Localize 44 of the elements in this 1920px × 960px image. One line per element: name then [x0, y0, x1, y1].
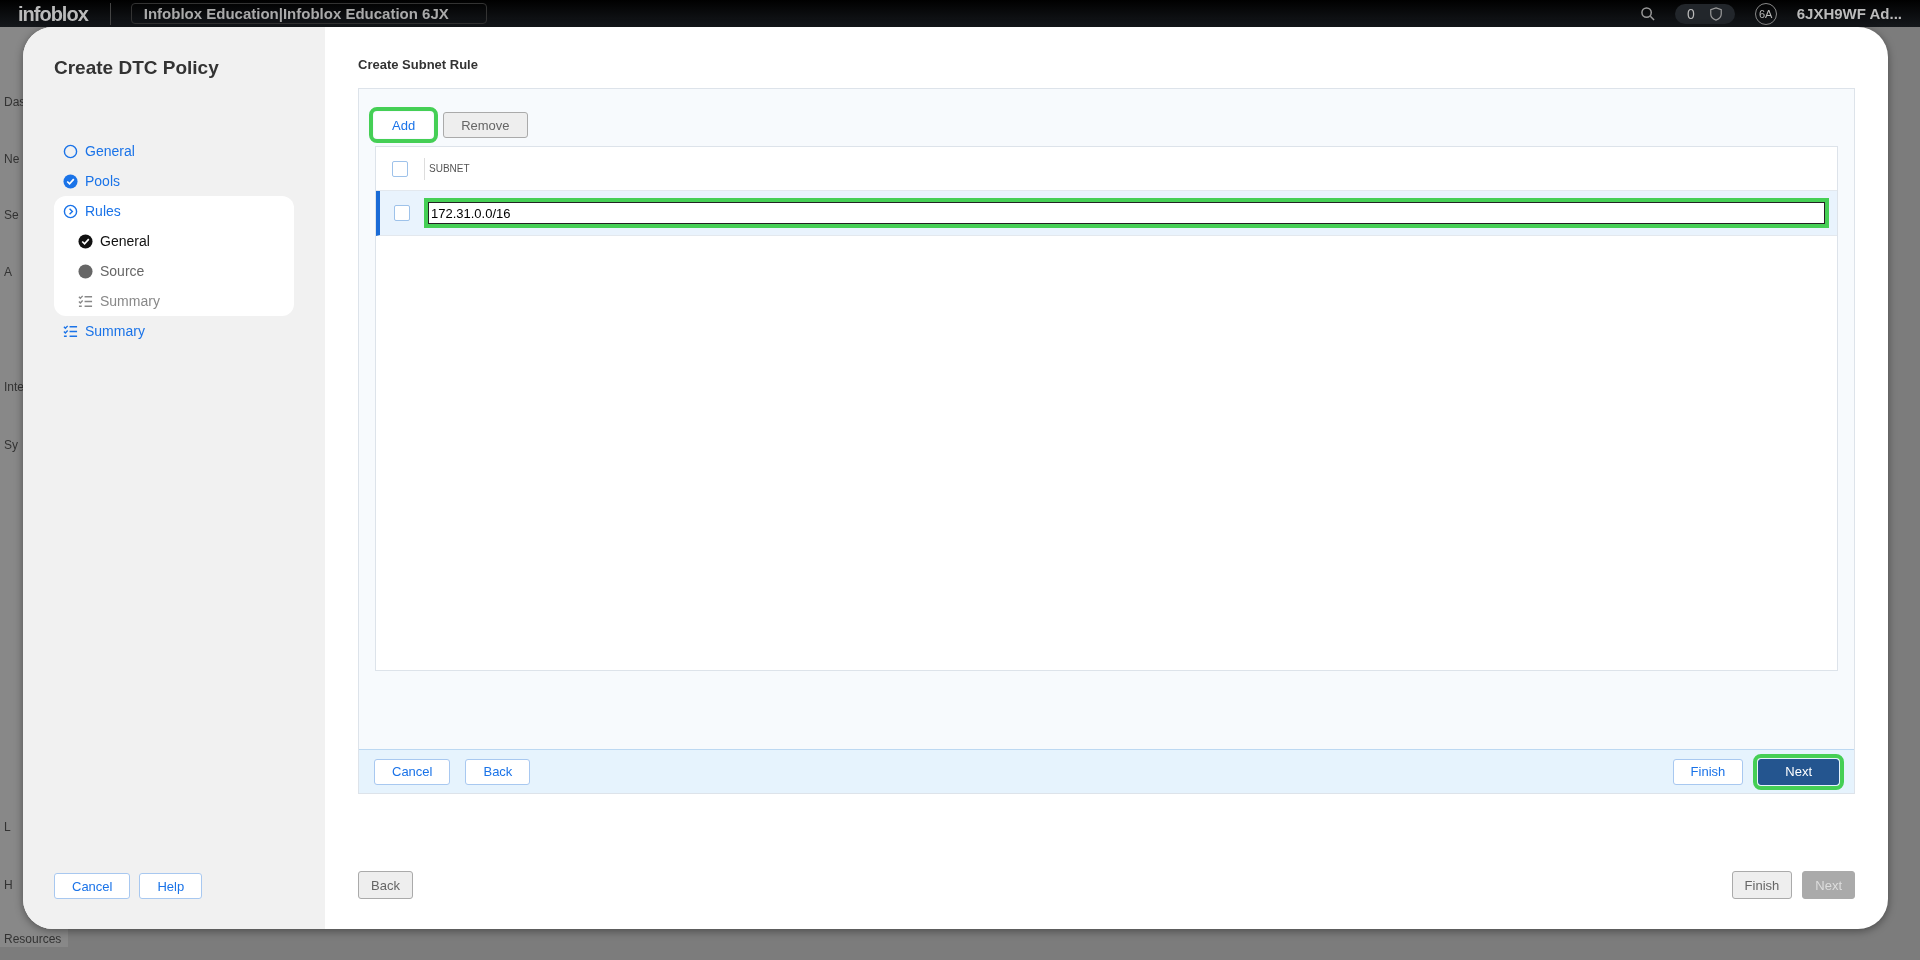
checkbox[interactable]: [392, 160, 408, 177]
subnet-field[interactable]: 172.31.0.0/16: [424, 198, 1829, 228]
button[interactable]: Remove: [443, 112, 528, 138]
step-item[interactable]: Summary: [54, 286, 294, 316]
step-item[interactable]: Pools: [54, 166, 294, 196]
button[interactable]: Back: [358, 871, 413, 899]
nav-label[interactable]: L: [4, 820, 11, 834]
notification-count: 0: [1686, 5, 1695, 22]
nav-label[interactable]: Ne: [4, 152, 20, 166]
nav-label[interactable]: Sy: [4, 438, 18, 452]
step-item[interactable]: Source: [54, 256, 294, 286]
column-header: SUBNET: [424, 157, 470, 180]
account-selector[interactable]: Infoblox Education|Infoblox Education 6JX: [130, 3, 487, 24]
shield-icon: [1708, 6, 1723, 21]
section-title: Create Subnet Rule: [358, 57, 479, 72]
circle-icon: [63, 143, 78, 159]
button[interactable]: Cancel: [374, 758, 451, 785]
nav-label[interactable]: A: [4, 265, 12, 279]
button[interactable]: Finish: [1731, 871, 1793, 899]
button[interactable]: Finish: [1672, 758, 1744, 785]
checkbox[interactable]: [394, 205, 410, 221]
help-button[interactable]: Help: [139, 873, 203, 899]
nav-label[interactable]: H: [4, 878, 13, 892]
step-item[interactable]: General: [54, 226, 294, 256]
search-icon: [1640, 6, 1655, 21]
nav-label[interactable]: Se: [4, 208, 19, 222]
check-circle-icon: [78, 233, 93, 249]
status-pill[interactable]: 0: [1674, 3, 1735, 24]
cancel-button[interactable]: Cancel: [54, 873, 131, 899]
checklist-icon: [78, 293, 93, 309]
step-item[interactable]: Rules: [54, 196, 294, 226]
check-circle-icon: [63, 173, 78, 189]
user-menu[interactable]: 6JXH9WF Ad...: [1796, 5, 1902, 22]
dialog-title: Create DTC Policy: [54, 57, 220, 79]
step-item[interactable]: Summary: [54, 316, 294, 346]
dot-icon: [78, 263, 93, 279]
checklist-icon: [63, 323, 78, 339]
nav-label[interactable]: Inte: [4, 380, 24, 394]
chevron-circle-icon: [63, 203, 78, 219]
logo[interactable]: infoblox: [18, 2, 111, 25]
step-item[interactable]: General: [54, 136, 294, 166]
table-row[interactable]: 172.31.0.0/16: [376, 191, 1837, 236]
nav-label[interactable]: Resources: [4, 932, 62, 946]
button[interactable]: Back: [465, 758, 531, 785]
